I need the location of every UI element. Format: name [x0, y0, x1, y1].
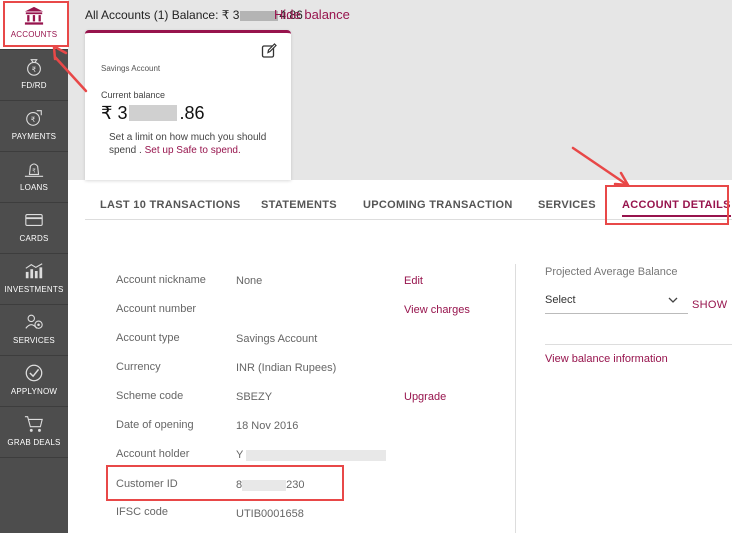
card-icon: [25, 214, 43, 226]
sidebar-item-cards[interactable]: CARDS: [0, 204, 68, 254]
money-bag-icon: ₹: [27, 59, 41, 76]
chevron-down-icon: [668, 297, 678, 303]
view-charges-link[interactable]: View charges: [404, 304, 470, 316]
bank-icon: [24, 6, 44, 25]
account-holder-initial: Y: [236, 449, 244, 461]
spend-limit-text: Set a limit on how much you should spend…: [109, 131, 279, 157]
tab-account-details[interactable]: ACCOUNT DETAILS: [622, 199, 731, 217]
date-of-opening-label: Date of opening: [116, 419, 194, 431]
edit-nickname-link[interactable]: Edit: [404, 275, 423, 287]
sidebar-item-label: PAYMENTS: [11, 132, 57, 141]
projected-balance-title: Projected Average Balance: [545, 266, 678, 278]
account-nickname-value: None: [236, 275, 263, 287]
current-balance-label: Current balance: [101, 90, 166, 100]
sidebar-item-label: INVESTMENTS: [4, 285, 64, 294]
sidebar-item-investments[interactable]: INVESTMENTS: [0, 255, 68, 305]
card-title: Savings Account: [101, 64, 161, 73]
section-divider: [545, 344, 732, 345]
upgrade-link[interactable]: Upgrade: [404, 391, 446, 403]
customer-id-suffix: 230: [286, 479, 305, 491]
cart-icon: [24, 416, 43, 432]
services-icon: [25, 314, 43, 329]
account-holder-label: Account holder: [116, 448, 190, 460]
sidebar-item-label: SERVICES: [13, 336, 55, 345]
masked-value: [242, 479, 287, 491]
svg-text:₹: ₹: [32, 169, 36, 175]
current-balance-value: ₹ 3 .86: [101, 103, 205, 124]
tab-last-10-transactions[interactable]: LAST 10 TRANSACTIONS: [100, 199, 240, 211]
svg-text:₹: ₹: [31, 115, 36, 124]
tab-statements[interactable]: STATEMENTS: [261, 199, 337, 211]
sidebar-item-services[interactable]: SERVICES: [0, 306, 68, 356]
masked-value: [246, 449, 387, 461]
tab-upcoming-transaction[interactable]: UPCOMING TRANSACTION: [363, 199, 513, 211]
account-card[interactable]: Savings Account Current balance ₹ 3 .86 S…: [85, 30, 291, 180]
loan-icon: ₹: [24, 163, 44, 177]
customer-id-value: 8 230: [236, 479, 304, 491]
payment-icon: ₹: [26, 110, 42, 126]
masked-value: [240, 10, 279, 21]
view-balance-information-link[interactable]: View balance information: [545, 353, 668, 365]
currency-value: INR (Indian Rupees): [236, 362, 337, 374]
sidebar-item-applynow[interactable]: APPLYNOW: [0, 357, 68, 407]
sidebar-item-fdrd[interactable]: ₹ FD/RD: [0, 51, 68, 101]
sidebar-item-grab-deals[interactable]: GRAB DEALS: [0, 408, 68, 458]
sidebar-nav: ACCOUNTS ₹ FD/RD ₹ PAYMENTS ₹ LOANS CARD…: [0, 0, 68, 533]
balance-suffix: .86: [179, 103, 205, 123]
svg-text:₹: ₹: [32, 65, 37, 74]
projected-balance-select[interactable]: Select: [545, 294, 688, 314]
total-balance: All Accounts (1) Balance: ₹ 3 4.86: [85, 8, 303, 22]
tab-services[interactable]: SERVICES: [538, 199, 596, 211]
account-number-label: Account number: [116, 303, 197, 315]
ifsc-code-label: IFSC code: [116, 506, 168, 518]
sidebar-item-label: GRAB DEALS: [7, 438, 61, 447]
balance-text: All Accounts (1) Balance: ₹ 3: [85, 8, 240, 22]
scheme-code-value: SBEZY: [236, 391, 273, 403]
date-of-opening-value: 18 Nov 2016: [236, 420, 299, 432]
account-holder-value: Y: [236, 449, 387, 461]
select-value: Select: [545, 294, 576, 306]
masked-value: [129, 105, 178, 121]
show-button[interactable]: SHOW: [692, 299, 727, 311]
account-type-value: Savings Account: [236, 333, 318, 345]
sidebar-item-label: ACCOUNTS: [10, 30, 58, 39]
currency-label: Currency: [116, 361, 161, 373]
sidebar-item-label: CARDS: [19, 234, 49, 243]
edit-icon[interactable]: [261, 43, 277, 59]
sidebar-item-accounts[interactable]: ACCOUNTS: [0, 0, 68, 50]
sidebar-item-label: FD/RD: [21, 81, 47, 90]
sidebar-item-label: APPLYNOW: [10, 387, 58, 396]
sidebar-item-payments[interactable]: ₹ PAYMENTS: [0, 102, 68, 152]
sidebar-item-label: LOANS: [19, 183, 49, 192]
customer-id-label: Customer ID: [116, 478, 178, 490]
ifsc-code-value: UTIB0001658: [236, 508, 304, 520]
column-divider: [515, 264, 516, 533]
account-type-label: Account type: [116, 332, 180, 344]
safe-to-spend-link[interactable]: Set up Safe to spend.: [145, 145, 241, 156]
investments-icon: [25, 263, 43, 279]
scheme-code-label: Scheme code: [116, 390, 184, 402]
hide-balance-link[interactable]: Hide balance: [274, 7, 350, 22]
balance-prefix: ₹ 3: [101, 103, 128, 123]
sidebar-item-loans[interactable]: ₹ LOANS: [0, 153, 68, 203]
checkmark-icon: [25, 364, 43, 382]
account-nickname-label: Account nickname: [116, 274, 206, 286]
